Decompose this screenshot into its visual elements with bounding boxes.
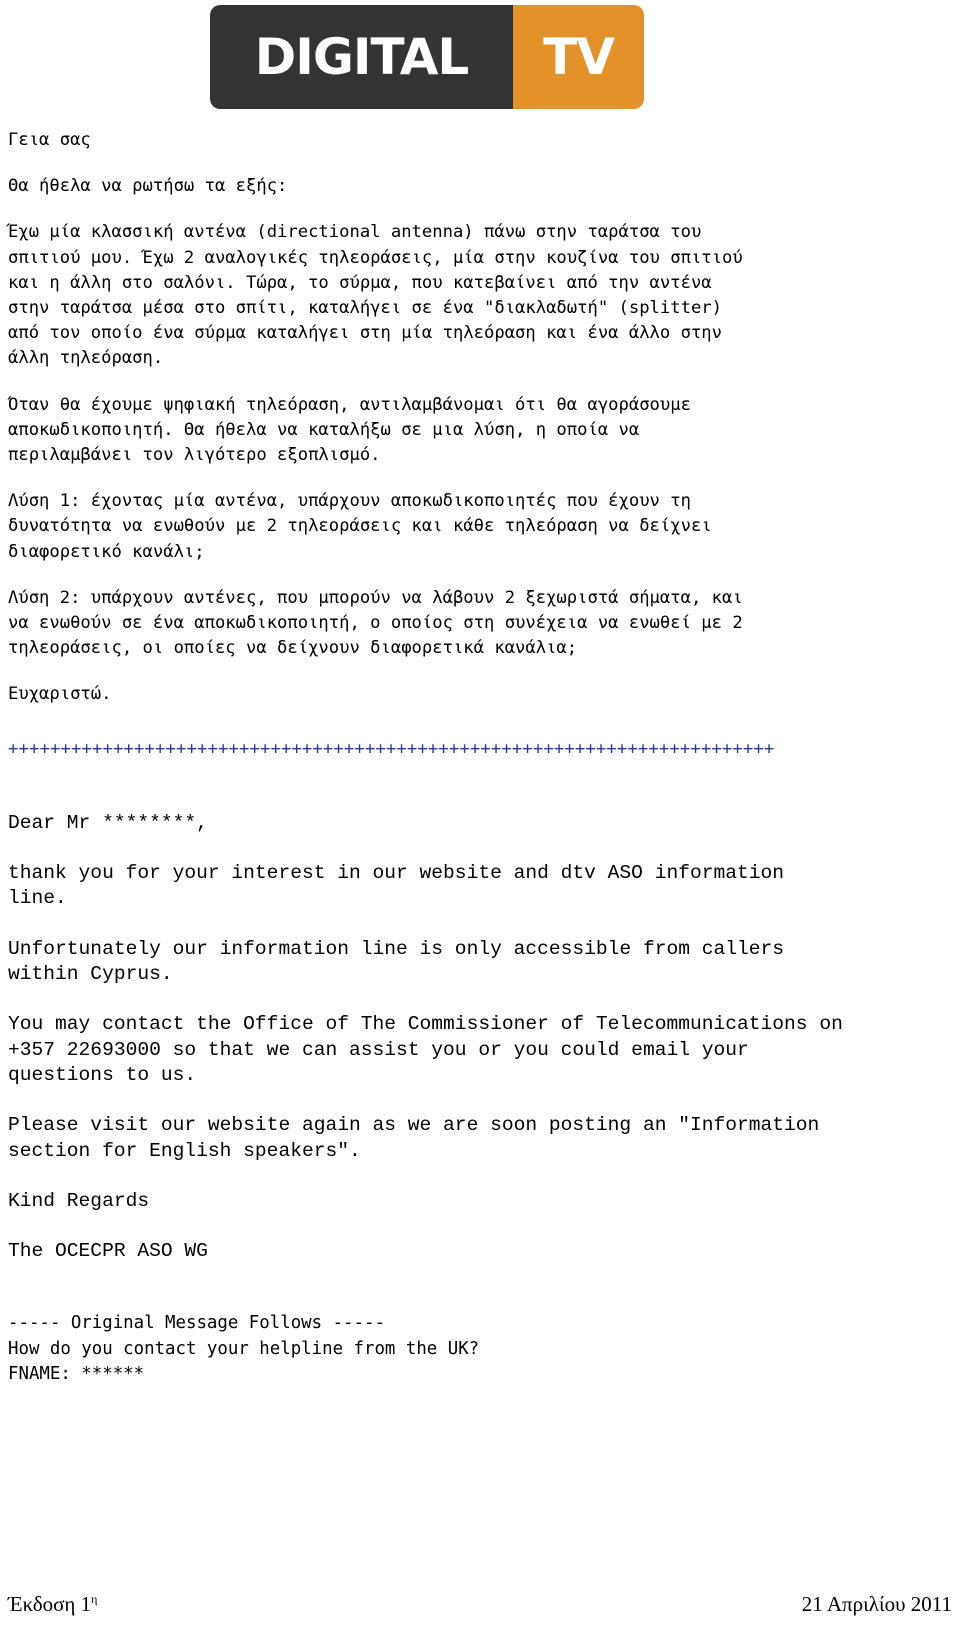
plus-separator: ++++++++++++++++++++++++++++++++++++++++…	[8, 738, 775, 759]
english-paragraph-1: thank you for your interest in our websi…	[8, 862, 785, 910]
english-salutation: Dear Mr ********,	[8, 811, 208, 834]
english-signoff: Kind Regards	[8, 1189, 150, 1212]
greek-paragraph-1: Έχω μία κλασσική αντένα (directional ant…	[8, 222, 743, 369]
logo-digital-text: DIGITAL	[254, 28, 470, 86]
logo-orange-panel: TV	[513, 5, 644, 109]
greek-solution-2: Λύση 2: υπάρχουν αντένες, που μπορούν να…	[8, 587, 743, 659]
greek-thanks: Ευχαριστώ.	[8, 684, 112, 705]
footer-edition-superscript: η	[91, 1592, 98, 1606]
english-paragraph-3: You may contact the Office of The Commis…	[8, 1013, 843, 1086]
greek-paragraph-2: Όταν θα έχουμε ψηφιακή τηλεόραση, αντιλα…	[8, 394, 691, 466]
logo-dark-panel: DIGITAL	[210, 5, 513, 109]
spacer-before-original-message	[8, 1289, 952, 1311]
greek-greeting: Γεια σας	[8, 130, 91, 150]
logo-tv-text: TV	[543, 28, 615, 86]
footer-date: 21 Απριλίου 2011	[801, 1592, 952, 1616]
english-paragraph-4: Please visit our website again as we are…	[8, 1114, 820, 1162]
page-footer: Έκδοση 1η 21 Απριλίου 2011	[8, 1592, 952, 1617]
document-body: Γεια σας Θα ήθελα να ρωτήσω τα εξής: Έχω…	[8, 128, 952, 1387]
footer-edition: Έκδοση 1η	[8, 1592, 97, 1617]
footer-edition-label: Έκδοση 1	[8, 1592, 92, 1616]
original-message-header: ----- Original Message Follows -----	[8, 1313, 385, 1334]
original-message-line-2: FNAME: ******	[8, 1364, 145, 1385]
digital-tv-logo: DIGITAL TV	[210, 5, 644, 109]
greek-solution-1: Λύση 1: έχοντας μία αντένα, υπάρχουν απο…	[8, 491, 712, 562]
english-paragraph-2: Unfortunately our information line is on…	[8, 937, 785, 986]
original-message-line-1: How do you contact your helpline from th…	[8, 1338, 480, 1359]
greek-intro: Θα ήθελα να ρωτήσω τα εξής:	[8, 176, 288, 197]
english-sender: The OCECPR ASO WG	[8, 1240, 208, 1263]
